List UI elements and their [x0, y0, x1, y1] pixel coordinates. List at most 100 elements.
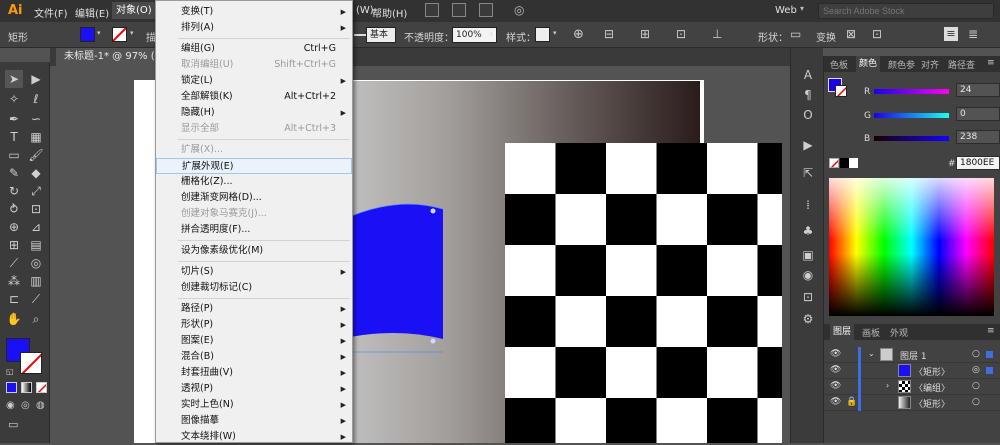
tab-artboards[interactable]: 画板 [862, 326, 880, 339]
target-icon[interactable]: ○ [972, 397, 980, 407]
warp-tool-icon[interactable]: ⥁ [5, 200, 23, 218]
isolate-icon[interactable]: ⊠ [846, 27, 856, 41]
curvature-icon[interactable]: ∽ [27, 110, 45, 128]
arrange-docs-icon[interactable] [479, 3, 493, 17]
blend-tool-icon[interactable]: ◎ [27, 254, 45, 272]
tab-appearance[interactable]: 外观 [890, 326, 908, 339]
eraser-icon[interactable]: ◆ [27, 164, 45, 182]
symbols-icon[interactable]: ♣ [799, 222, 817, 240]
menu-object[interactable]: 对象(O) [112, 2, 156, 19]
align-icon[interactable]: ⊟ [604, 27, 614, 41]
direct-selection-tool-icon[interactable]: ▶ [27, 70, 45, 88]
gradient-mode-icon[interactable] [21, 382, 32, 393]
paragraph-icon[interactable]: ¶ [799, 86, 817, 104]
tab-align[interactable]: 对齐 [921, 58, 939, 71]
transform-button[interactable]: 变换 [816, 29, 836, 44]
hand-tool-icon[interactable]: ✋ [5, 310, 23, 328]
layer-row[interactable]: 👁 › 〈编组〉 ○ [824, 379, 1000, 395]
opentype-icon[interactable]: O [799, 106, 817, 124]
menu-item[interactable]: 混合(B) ▶ [156, 349, 352, 365]
menu-item[interactable]: 创建渐变网格(D)... [156, 190, 352, 206]
warp-icon[interactable]: ⊡ [872, 27, 882, 41]
align-center-icon[interactable]: ⊞ [640, 27, 650, 41]
menu-item[interactable]: 编组(G) Ctrl+G [156, 41, 352, 57]
selection-indicator[interactable] [986, 367, 993, 374]
layer-row[interactable]: 👁 〈矩形〉 ◎ [824, 363, 1000, 379]
workspace-switcher[interactable]: Web [775, 5, 797, 16]
character-icon[interactable]: A [799, 66, 817, 84]
free-transform-icon[interactable]: ⊡ [27, 200, 45, 218]
distribute-icon[interactable]: ⊡ [676, 27, 686, 41]
draw-normal-icon[interactable]: ◉ [6, 400, 15, 411]
recolor-icon[interactable]: ⊕ [573, 27, 584, 42]
bridge-icon[interactable] [425, 3, 439, 17]
shape-builder-icon[interactable]: ⊕ [5, 218, 23, 236]
magic-wand-icon[interactable]: ✧ [5, 90, 23, 108]
tab-swatches[interactable]: 色板 [830, 58, 848, 71]
default-colors-icon[interactable]: ◱ [6, 367, 14, 376]
rectangle-tool-icon[interactable]: ▭ [5, 146, 23, 164]
target-icon[interactable]: ◎ [972, 365, 980, 375]
fill-swatch[interactable] [80, 27, 95, 42]
layer-name[interactable]: 图层 1 [900, 349, 927, 362]
line-tool-icon[interactable]: ▦ [27, 128, 45, 146]
menu-item[interactable]: 透视(P) ▶ [156, 381, 352, 397]
artboard-tool-icon[interactable]: ⊏ [5, 290, 23, 308]
layer-name[interactable]: 〈矩形〉 [914, 365, 950, 378]
menu-item[interactable]: 图案(E) ▶ [156, 333, 352, 349]
menu-item[interactable]: 路径(P) ▶ [156, 301, 352, 317]
layer-row[interactable]: 👁 ⌄ 图层 1 ○ [824, 347, 1000, 363]
lock-icon[interactable]: 🔒 [846, 397, 857, 407]
chevron-right-icon[interactable]: › [490, 29, 493, 38]
color-spectrum[interactable] [829, 178, 994, 316]
symbol-sprayer-icon[interactable]: ⁂ [5, 272, 23, 290]
menu-item[interactable]: 全部解锁(K) Alt+Ctrl+2 [156, 89, 352, 105]
pen-tool-icon[interactable]: ✒ [5, 110, 23, 128]
gradient-tool-icon[interactable]: ▤ [27, 236, 45, 254]
settings-icon[interactable]: ⚙ [799, 310, 817, 328]
draw-behind-icon[interactable]: ◎ [21, 400, 30, 411]
color-mode-icon[interactable] [6, 382, 17, 393]
blue-envelope-shape[interactable] [340, 199, 445, 354]
menu-item[interactable]: 图像描摹 ▶ [156, 413, 352, 429]
style-swatch[interactable] [535, 27, 550, 42]
menu-item[interactable]: 切片(S) ▶ [156, 264, 352, 280]
scale-tool-icon[interactable]: ⤢ [27, 182, 45, 200]
tab-color-guide[interactable]: 颜色参 [888, 58, 915, 71]
slice-tool-icon[interactable]: ⟋ [27, 290, 45, 308]
none-mode-icon[interactable] [36, 382, 47, 393]
menu-item[interactable]: 栅格化(Z)... [156, 174, 352, 190]
panel-menu-icon[interactable]: ≡ [987, 58, 995, 68]
visibility-eye-icon[interactable]: 👁 [830, 349, 841, 359]
links-icon[interactable]: ⊡ [799, 288, 817, 306]
swatch-grid-icon[interactable]: ⁞ [799, 196, 817, 214]
selection-indicator[interactable] [986, 351, 993, 358]
none-color-icon[interactable] [829, 158, 839, 168]
stock-search-input[interactable] [818, 3, 994, 19]
black-swatch[interactable] [840, 158, 849, 168]
visibility-eye-icon[interactable]: 👁 [830, 365, 841, 375]
chevron-right-icon[interactable]: › [886, 381, 889, 390]
align-bottom-icon[interactable]: ⊥ [712, 27, 722, 41]
tab-color[interactable]: 颜色 [856, 56, 881, 72]
color-stroke-box[interactable] [835, 85, 847, 97]
checkerboard-group[interactable] [505, 143, 782, 443]
panel-menu-icon[interactable]: ≡ [987, 326, 995, 336]
rotate-tool-icon[interactable]: ↻ [5, 182, 23, 200]
play-action-icon[interactable]: ▶ [799, 136, 817, 154]
tab-pathfinder[interactable]: 路径查 [948, 58, 975, 71]
menu-item[interactable]: 扩展外观(E) [156, 158, 352, 174]
mesh-tool-icon[interactable]: ⊞ [5, 236, 23, 254]
menu-item[interactable]: 设为像素级优化(M) [156, 243, 352, 259]
menu-file[interactable]: 文件(F) [34, 5, 68, 20]
chevron-down-icon[interactable]: ▾ [553, 29, 557, 37]
selection-tool-icon[interactable]: ➤ [5, 70, 23, 88]
eyedropper-icon[interactable]: ⟋ [5, 254, 23, 272]
stroke-profile-select[interactable]: 基本 [366, 27, 396, 43]
panel-menu-icon[interactable]: ≣ [968, 27, 978, 41]
r-value-input[interactable]: 24 [956, 83, 1000, 97]
chevron-down-icon[interactable]: ▾ [130, 29, 134, 37]
menu-item[interactable]: 排列(A) ▶ [156, 20, 352, 36]
stroke-color-box[interactable] [20, 352, 42, 374]
menu-item[interactable]: 变换(T) ▶ [156, 4, 352, 20]
